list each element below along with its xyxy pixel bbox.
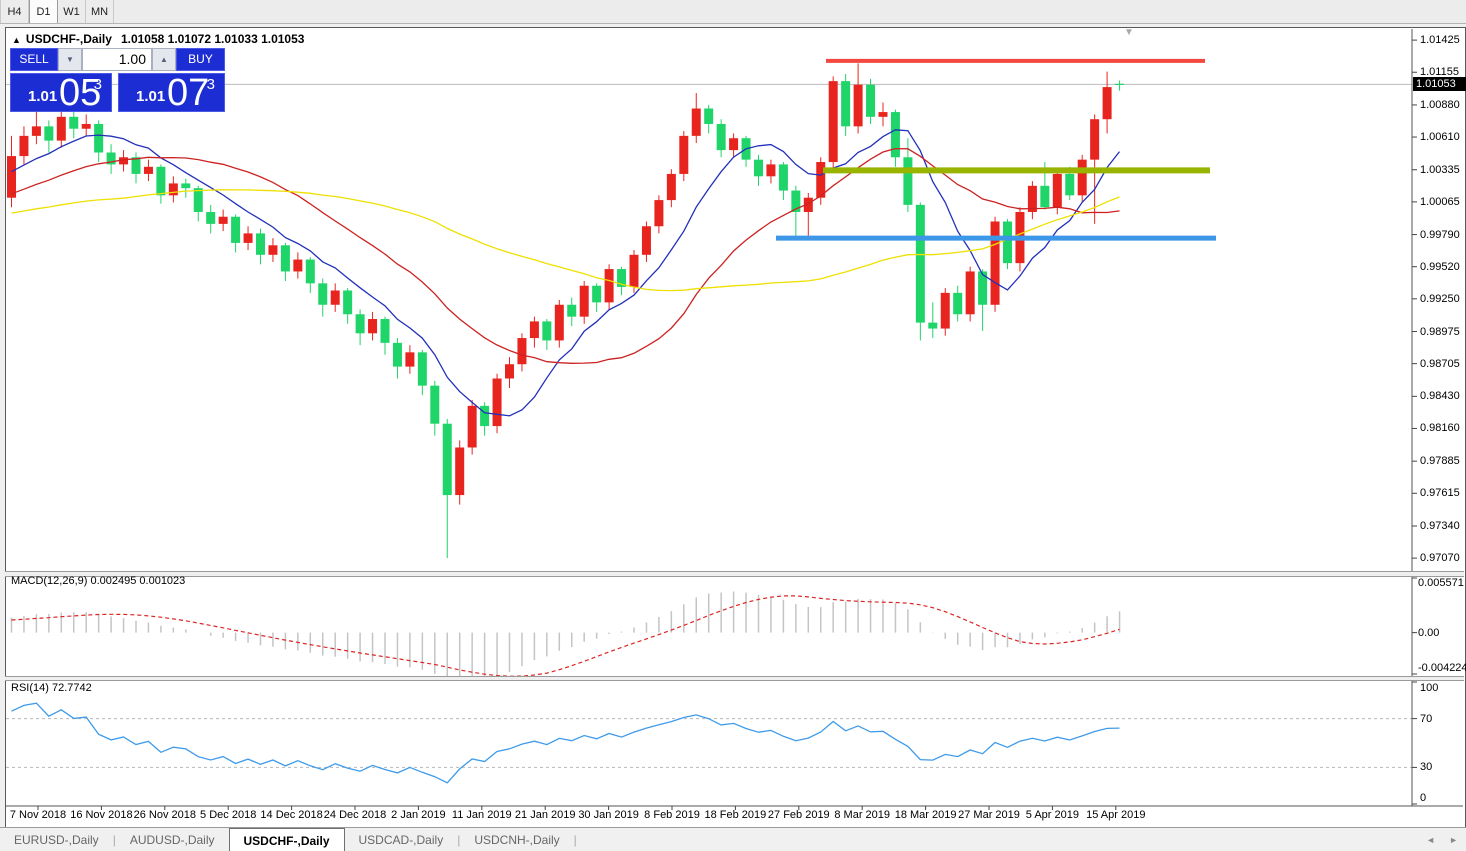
rsi-axis-label: 100 bbox=[1420, 682, 1438, 694]
macd-indicator-label: MACD(12,26,9) 0.002495 0.001023 bbox=[11, 575, 185, 587]
ask-prefix: 1.01 bbox=[136, 88, 165, 105]
tab-audusd-daily[interactable]: AUDUSD-,Daily bbox=[116, 828, 229, 851]
date-axis-label: 27 Feb 2019 bbox=[768, 809, 830, 821]
tab-scroll-left-icon[interactable]: ◄ bbox=[1426, 835, 1435, 845]
sell-button[interactable]: SELL bbox=[10, 48, 58, 71]
ohlc-values: 1.01058 1.01072 1.01033 1.01053 bbox=[121, 32, 305, 46]
tab-scroll-right-icon[interactable]: ► bbox=[1449, 835, 1458, 845]
collapse-arrow-icon[interactable]: ▲ bbox=[12, 35, 21, 45]
tab-scroll-controls: ◄ ► bbox=[1426, 828, 1458, 851]
volume-decrease-button[interactable]: ▼ bbox=[58, 48, 82, 71]
date-axis-label: 16 Nov 2018 bbox=[70, 809, 132, 821]
date-axis-label: 7 Nov 2018 bbox=[10, 809, 66, 821]
price-axis-label: 1.00065 bbox=[1420, 196, 1460, 208]
current-price-tag: 1.01053 bbox=[1413, 77, 1466, 91]
macd-axis-label: 0.005571 bbox=[1418, 577, 1464, 589]
rsi-axis-label: 70 bbox=[1420, 713, 1432, 725]
symbol-name: USDCHF-,Daily bbox=[26, 32, 112, 46]
bid-point: 3 bbox=[94, 76, 102, 93]
chart-shift-icon[interactable]: ▼ bbox=[1124, 27, 1134, 38]
tab-usdchf-daily[interactable]: USDCHF-,Daily bbox=[229, 828, 345, 851]
chart-canvas[interactable] bbox=[0, 0, 1466, 851]
price-axis-label: 0.98705 bbox=[1420, 358, 1460, 370]
price-axis-label: 0.97070 bbox=[1420, 552, 1460, 564]
tab-usdcnh-daily[interactable]: USDCNH-,Daily bbox=[460, 828, 573, 851]
price-axis-label: 1.00610 bbox=[1420, 131, 1460, 143]
date-axis-label: 14 Dec 2018 bbox=[260, 809, 322, 821]
date-axis-label: 8 Mar 2019 bbox=[834, 809, 890, 821]
price-axis-label: 0.97340 bbox=[1420, 520, 1460, 532]
price-axis-label: 1.00880 bbox=[1420, 99, 1460, 111]
price-axis-label: 0.98160 bbox=[1420, 422, 1460, 434]
pane-splitter-rsi[interactable] bbox=[5, 676, 1464, 681]
macd-axis-label: -0.004224 bbox=[1418, 662, 1466, 674]
price-axis-label: 1.00335 bbox=[1420, 164, 1460, 176]
date-axis-label: 21 Jan 2019 bbox=[515, 809, 576, 821]
date-axis-label: 18 Feb 2019 bbox=[705, 809, 767, 821]
rsi-axis-label: 30 bbox=[1420, 761, 1432, 773]
rsi-axis-label: 0 bbox=[1420, 792, 1426, 804]
price-axis-label: 0.97615 bbox=[1420, 487, 1460, 499]
bid-prefix: 1.01 bbox=[28, 88, 57, 105]
price-axis-label: 0.99250 bbox=[1420, 293, 1460, 305]
chart-title: ▲ USDCHF-,Daily 1.01058 1.01072 1.01033 1.… bbox=[12, 32, 304, 46]
chart-tab-bar: EURUSD-,Daily | AUDUSD-,Daily USDCHF-,Da… bbox=[0, 827, 1466, 851]
tab-usdcad-daily[interactable]: USDCAD-,Daily bbox=[345, 828, 458, 851]
date-axis-label: 18 Mar 2019 bbox=[895, 809, 957, 821]
price-axis-label: 0.99520 bbox=[1420, 261, 1460, 273]
macd-axis-label: 0.00 bbox=[1418, 627, 1439, 639]
buy-button[interactable]: BUY bbox=[176, 48, 225, 71]
tab-eurusd-daily[interactable]: EURUSD-,Daily bbox=[0, 828, 113, 851]
price-axis-label: 0.98430 bbox=[1420, 390, 1460, 402]
date-axis-label: 2 Jan 2019 bbox=[391, 809, 445, 821]
ask-point: 3 bbox=[207, 76, 215, 93]
date-axis-label: 27 Mar 2019 bbox=[958, 809, 1020, 821]
ask-price-button[interactable]: 1.01 07 3 bbox=[118, 73, 225, 112]
date-axis-label: 24 Dec 2018 bbox=[324, 809, 386, 821]
date-axis-label: 30 Jan 2019 bbox=[578, 809, 639, 821]
date-axis-label: 5 Apr 2019 bbox=[1026, 809, 1079, 821]
rsi-indicator-label: RSI(14) 72.7742 bbox=[11, 682, 92, 694]
price-axis-label: 0.98975 bbox=[1420, 326, 1460, 338]
ask-pips: 07 bbox=[167, 74, 209, 112]
terminal-window: H4 D1 W1 MN ▲USDCHF-,Daily1.01058 1.0107… bbox=[0, 0, 1466, 851]
date-axis-label: 15 Apr 2019 bbox=[1086, 809, 1145, 821]
price-axis-label: 0.97885 bbox=[1420, 455, 1460, 467]
date-axis-label: 26 Nov 2018 bbox=[134, 809, 196, 821]
price-axis-label: 0.99790 bbox=[1420, 229, 1460, 241]
volume-input[interactable]: 1.00 bbox=[82, 48, 152, 71]
pane-splitter-macd[interactable] bbox=[5, 571, 1464, 577]
date-axis-label: 11 Jan 2019 bbox=[452, 809, 512, 821]
price-axis-label: 1.01425 bbox=[1420, 34, 1460, 46]
date-axis-label: 5 Dec 2018 bbox=[200, 809, 256, 821]
bid-price-button[interactable]: 1.01 05 3 bbox=[10, 73, 112, 112]
date-axis-label: 8 Feb 2019 bbox=[644, 809, 700, 821]
tab-separator: | bbox=[574, 828, 577, 851]
volume-increase-button[interactable]: ▲ bbox=[152, 48, 176, 71]
